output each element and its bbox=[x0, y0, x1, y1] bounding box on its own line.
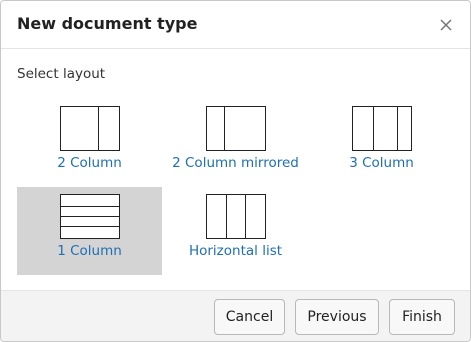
cancel-button[interactable]: Cancel bbox=[214, 299, 285, 335]
layout-option-1-column[interactable]: 1 Column bbox=[17, 187, 162, 275]
horizontal-list-layout-icon bbox=[205, 194, 266, 239]
finish-button[interactable]: Finish bbox=[389, 299, 455, 335]
two-column-layout-icon bbox=[59, 106, 120, 151]
layout-option-2-column-mirrored[interactable]: 2 Column mirrored bbox=[163, 99, 308, 187]
previous-button[interactable]: Previous bbox=[295, 299, 379, 335]
dialog-body: Select layout 2 Column 2 Column mirrored bbox=[1, 50, 470, 290]
layout-option-3-column[interactable]: 3 Column bbox=[309, 99, 454, 187]
dialog-title: New document type bbox=[17, 14, 198, 33]
three-column-layout-icon bbox=[351, 106, 412, 151]
layout-option-2-column[interactable]: 2 Column bbox=[17, 99, 162, 187]
one-column-layout-icon bbox=[59, 194, 120, 239]
close-icon[interactable] bbox=[437, 16, 455, 34]
dialog-header: New document type bbox=[1, 1, 470, 49]
layout-option-horizontal-list[interactable]: Horizontal list bbox=[163, 187, 308, 275]
layout-option-label: 3 Column bbox=[349, 155, 414, 171]
layout-option-label: Horizontal list bbox=[188, 243, 283, 259]
layout-option-label: 2 Column bbox=[57, 155, 122, 171]
new-document-type-dialog: New document type Select layout 2 Column… bbox=[0, 0, 471, 342]
layout-option-label: 2 Column mirrored bbox=[172, 155, 299, 171]
dialog-footer: Cancel Previous Finish bbox=[1, 290, 470, 341]
layout-option-label: 1 Column bbox=[57, 243, 122, 259]
select-layout-label: Select layout bbox=[17, 66, 106, 82]
two-column-mirrored-layout-icon bbox=[205, 106, 266, 151]
